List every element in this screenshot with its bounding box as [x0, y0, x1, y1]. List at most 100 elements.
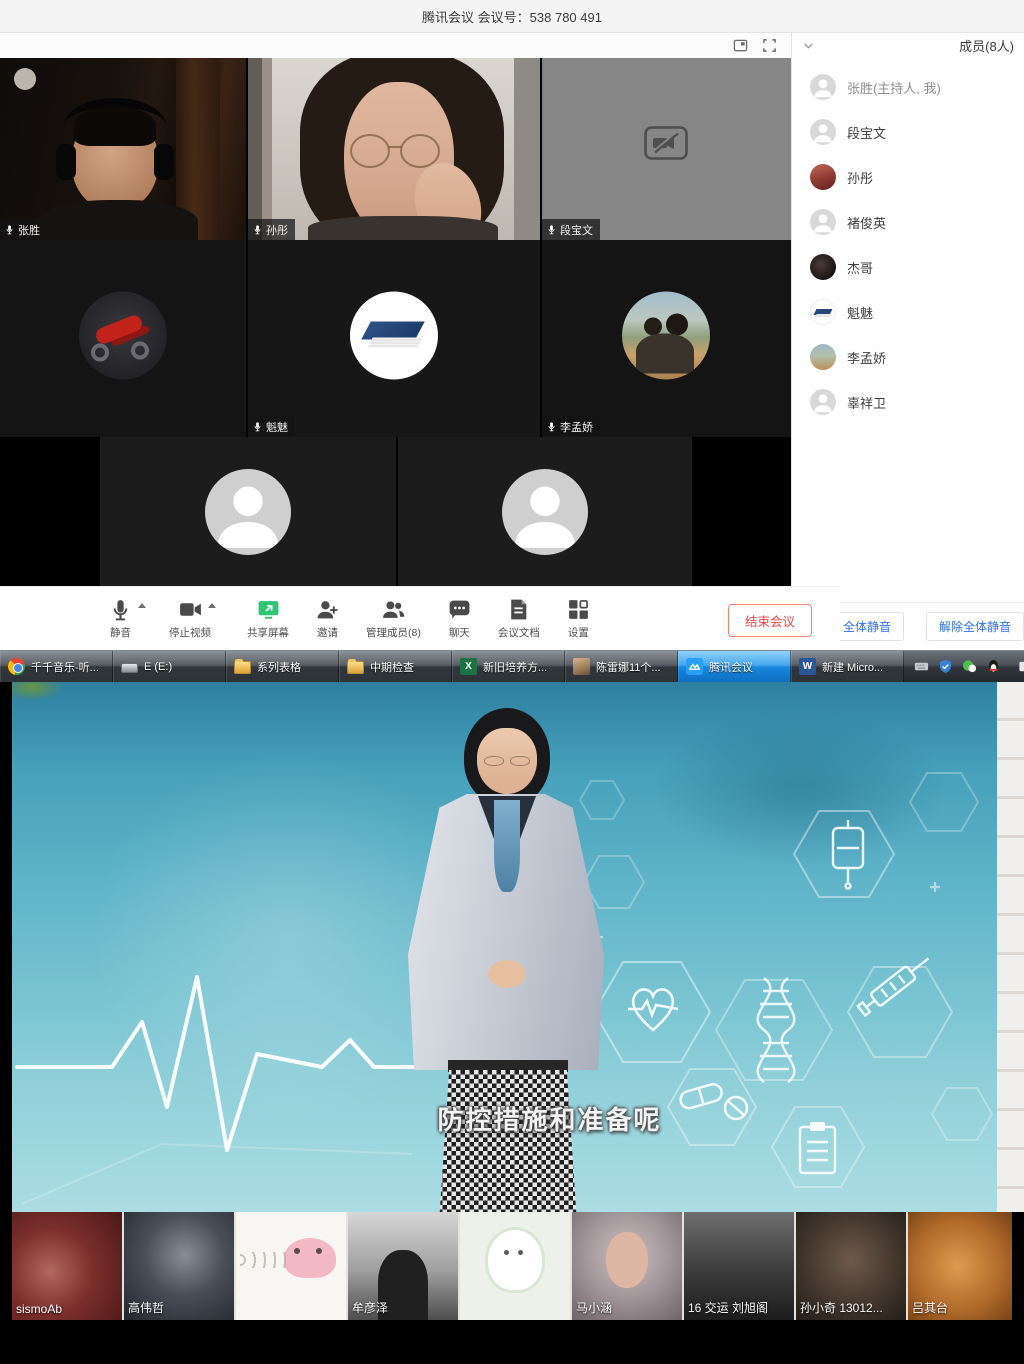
member-row[interactable]: 李孟娇 — [810, 344, 1024, 370]
avatar — [810, 119, 836, 145]
invite-label: 邀请 — [317, 625, 338, 640]
video-tile-duanbaowen[interactable]: 段宝文 — [542, 58, 791, 240]
mute-all-button[interactable]: 全体静音 — [830, 612, 904, 641]
shield-icon[interactable] — [938, 659, 953, 674]
thumbnail-name: 马小涵 — [576, 1299, 612, 1316]
tray-overflow-icon[interactable] — [1010, 659, 1024, 674]
headphone-earcup — [154, 144, 174, 180]
taskbar-label: 千千音乐-听... — [31, 659, 99, 675]
window-titlebar: 腾讯会议 会议号：538 780 491 — [0, 0, 1024, 33]
stop-video-label: 停止视频 — [169, 625, 211, 640]
docs-label: 会议文档 — [498, 625, 540, 640]
member-row[interactable]: 辜祥卫 — [810, 389, 1024, 415]
headphone-earcup — [56, 144, 76, 180]
member-row[interactable]: 张胜(主持人, 我) — [810, 74, 1024, 100]
member-row[interactable]: 孙彤 — [810, 164, 1024, 190]
thumbnail[interactable] — [460, 1212, 570, 1320]
participant-shoulders — [308, 216, 498, 240]
caret-up-icon[interactable] — [208, 603, 216, 608]
member-row[interactable]: 魁魅 — [810, 299, 1024, 325]
participant-shoulders — [38, 200, 198, 240]
thumbnail[interactable]: 孙小奇 13012... — [796, 1212, 906, 1320]
meeting-title: 腾讯会议 会议号：538 780 491 — [422, 7, 602, 26]
book-pages — [367, 337, 422, 347]
participant-thumbnails-row: sismoAb 高伟哲 牟彦泽 马小涵 16 交运 刘旭阁 孙小奇 13012.… — [12, 1212, 1012, 1320]
taskbar-item-excel[interactable]: X 新旧培养方... — [452, 651, 565, 682]
settings-button[interactable]: 设置 — [566, 596, 591, 640]
thumbnail-name: 牟彦泽 — [352, 1299, 388, 1316]
taskbar-label: 新建 Micro... — [822, 659, 883, 675]
video-grid: 张胜 孙彤 — [0, 58, 791, 586]
avatar-motorcycle — [79, 291, 167, 379]
end-meeting-button[interactable]: 结束会议 — [728, 604, 812, 637]
thumbnail[interactable]: 16 交运 刘旭阁 — [684, 1212, 794, 1320]
manage-members-button[interactable]: 管理成员(8) — [366, 596, 421, 640]
taskbar-label: E (E:) — [144, 661, 172, 673]
meeting-window: 张胜 孙彤 — [0, 33, 1024, 650]
plus-marks — [591, 882, 940, 943]
thumbnail[interactable]: 马小涵 — [572, 1212, 682, 1320]
taskbar-label: 腾讯会议 — [709, 659, 753, 675]
invite-button[interactable]: 邀请 — [315, 596, 340, 640]
wechat-icon[interactable] — [962, 659, 977, 674]
video-tile-kuimei[interactable]: 魁魅 — [248, 240, 540, 437]
taskbar-item-photos[interactable]: 陈雷娜11个... — [565, 651, 678, 682]
thumbnail-name: 高伟哲 — [128, 1299, 164, 1316]
meeting-docs-button[interactable]: 会议文档 — [498, 596, 540, 640]
thumbnail[interactable] — [236, 1212, 346, 1320]
thumbnail[interactable]: 吕其台 — [908, 1212, 1012, 1320]
thumbnail[interactable]: 高伟哲 — [124, 1212, 234, 1320]
share-screen-button[interactable]: 共享屏幕 — [247, 596, 289, 640]
participant-nametag: 李孟娇 — [542, 416, 600, 437]
video-tile-suntong[interactable]: 孙彤 — [248, 58, 540, 240]
video-tile-zhangsheng[interactable]: 张胜 — [0, 58, 246, 240]
windows-taskbar: 千千音乐-听... E (E:) 系列表格 中期检查 X 新旧培养方... 陈雷… — [0, 650, 1024, 682]
fullscreen-icon[interactable] — [762, 38, 777, 53]
thumbnail[interactable]: sismoAb — [12, 1212, 122, 1320]
taskbar-item-music[interactable]: 千千音乐-听... — [0, 651, 113, 682]
video-tile-placeholder[interactable] — [398, 437, 692, 586]
mic-icon — [252, 224, 263, 235]
participant-hair — [74, 106, 156, 146]
layout-icon[interactable] — [733, 38, 748, 53]
members-sidebar: 成员(8人) 张胜(主持人, 我) 段宝文 孙彤 褚俊英 杰哥 — [791, 33, 1024, 650]
member-row[interactable]: 杰哥 — [810, 254, 1024, 280]
presenter-glasses — [510, 756, 530, 766]
mute-button[interactable]: 静音 — [108, 596, 133, 640]
thumbnail[interactable]: 牟彦泽 — [348, 1212, 458, 1320]
stop-video-button[interactable]: 停止视频 — [169, 596, 211, 640]
tencent-meeting-icon — [686, 658, 703, 675]
glasses — [400, 134, 440, 168]
taskbar-item-drive-e[interactable]: E (E:) — [113, 651, 226, 682]
member-name: 李孟娇 — [847, 348, 886, 367]
member-name: 孙彤 — [847, 168, 873, 187]
system-tray — [904, 651, 1024, 682]
chevron-down-icon[interactable] — [802, 39, 815, 52]
taskbar-item-word[interactable]: W 新建 Micro... — [791, 651, 904, 682]
video-tile-placeholder[interactable] — [100, 437, 396, 586]
video-tile-limengjiao[interactable]: 李孟娇 — [542, 240, 791, 437]
keyboard-icon[interactable] — [914, 659, 929, 674]
chrome-icon — [8, 658, 25, 675]
member-row[interactable]: 段宝文 — [810, 119, 1024, 145]
presenter-hands — [488, 960, 526, 988]
qq-icon[interactable] — [986, 659, 1001, 674]
invite-person-icon — [315, 597, 340, 622]
shared-video-player[interactable]: 防控措施和准备呢 sismoAb 高伟哲 牟彦泽 马小涵 16 交运 刘旭阁 孙… — [0, 682, 1024, 1364]
video-stage: 防控措施和准备呢 — [12, 682, 997, 1212]
taskbar-label: 陈雷娜11个... — [596, 659, 661, 675]
taskbar-item-folder2[interactable]: 中期检查 — [339, 651, 452, 682]
members-icon — [381, 597, 406, 622]
taskbar-item-folder1[interactable]: 系列表格 — [226, 651, 339, 682]
mic-icon — [252, 421, 263, 432]
settings-label: 设置 — [568, 625, 589, 640]
member-name: 段宝文 — [847, 123, 886, 142]
thumbnail-name: 16 交运 刘旭阁 — [688, 1299, 768, 1316]
chat-button[interactable]: 聊天 — [447, 596, 472, 640]
member-row[interactable]: 褚俊英 — [810, 209, 1024, 235]
caret-up-icon[interactable] — [138, 603, 146, 608]
drive-icon — [121, 663, 138, 673]
unmute-all-button[interactable]: 解除全体静音 — [926, 612, 1024, 641]
taskbar-item-tencent-meeting[interactable]: 腾讯会议 — [678, 651, 791, 682]
video-tile-motorcycle-avatar[interactable] — [0, 240, 246, 437]
